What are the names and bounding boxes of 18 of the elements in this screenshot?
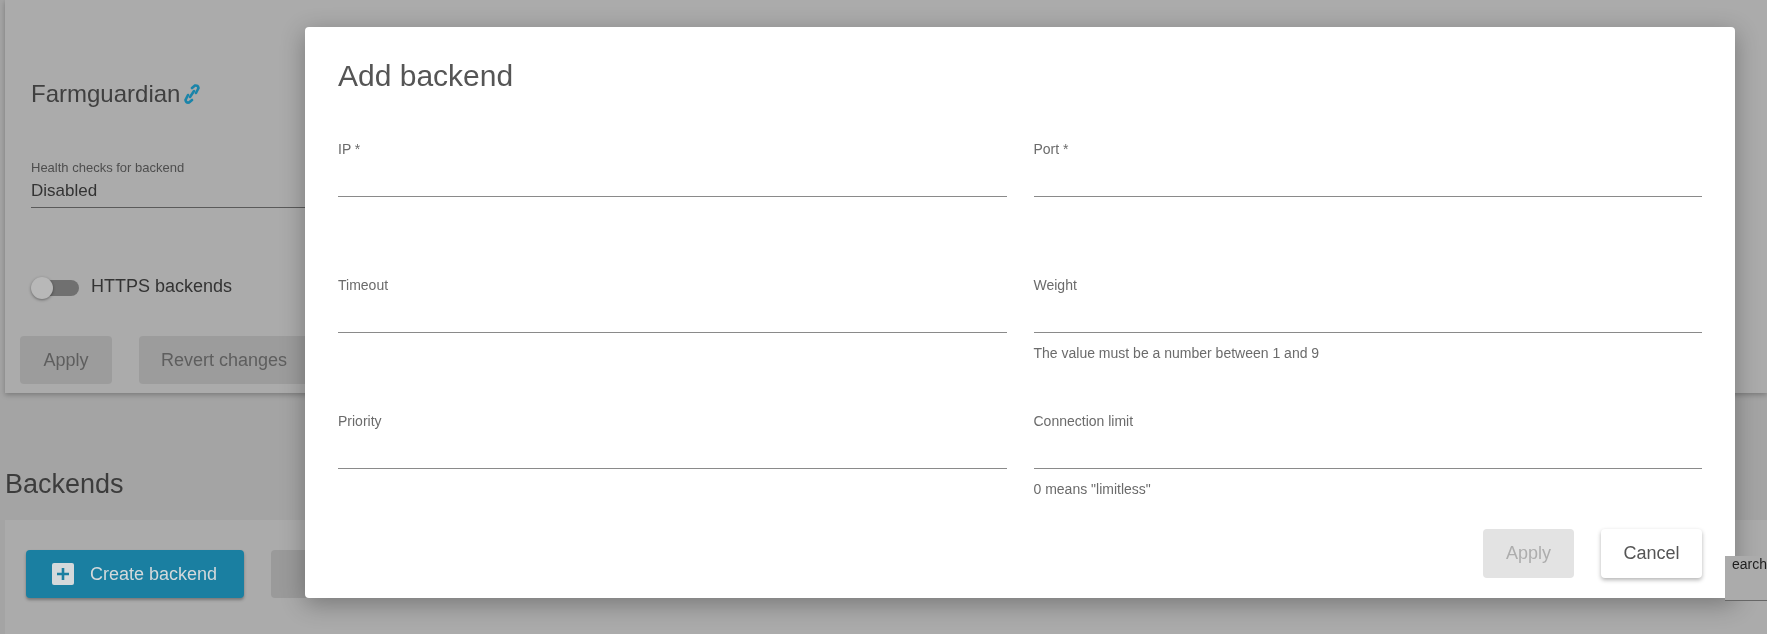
input-field[interactable]: Port *	[1033, 140, 1702, 197]
dialog-title: Add backend	[338, 59, 515, 93]
search-field[interactable]: earch	[1725, 556, 1767, 601]
input-field[interactable]: Priority	[338, 412, 1007, 469]
create-backend-button[interactable]: Create backend	[26, 550, 244, 598]
plus-icon	[52, 563, 74, 585]
input-field[interactable]: Weight	[1033, 276, 1702, 333]
section-heading: Backends	[5, 469, 124, 500]
input-field[interactable]: IP *	[338, 140, 1007, 197]
toggle-switch[interactable]	[31, 276, 79, 297]
input-field[interactable]: Connection limit	[1033, 412, 1702, 469]
toggle-label: HTTPS backends	[91, 276, 233, 297]
cancel-button[interactable]: Cancel	[1601, 529, 1702, 578]
link-icon[interactable]	[184, 84, 201, 104]
input-field[interactable]: Timeout	[338, 276, 1007, 333]
field-hint: 0 means "limitless"	[1033, 481, 1152, 497]
section-title: Farmguardian	[31, 80, 181, 108]
field-hint: The value must be a number between 1 and 9	[1033, 345, 1321, 361]
